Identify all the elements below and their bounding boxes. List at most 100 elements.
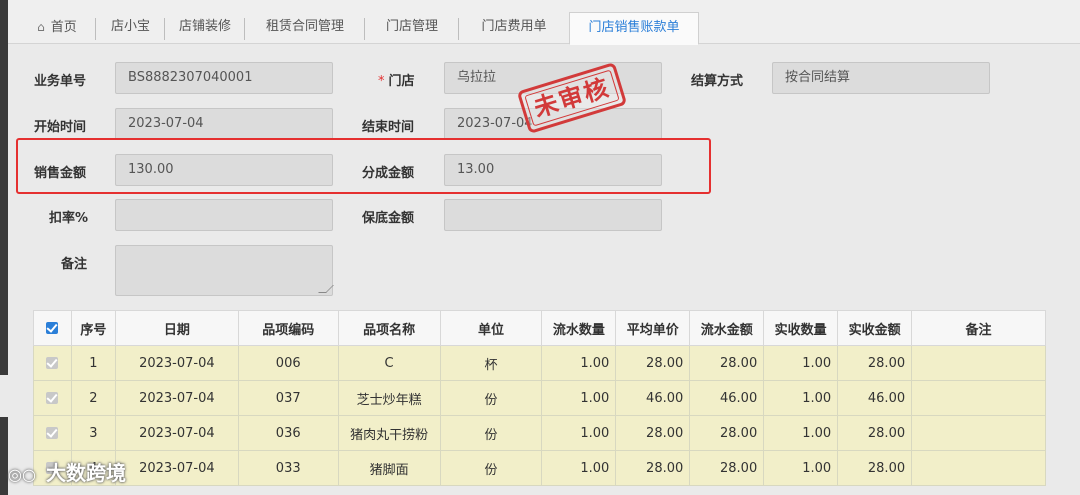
col-header: 流水数量 xyxy=(541,310,617,346)
home-icon: ⌂ xyxy=(37,20,45,34)
col-header: 实收金额 xyxy=(837,310,913,346)
left-sidebar-edge xyxy=(0,0,8,495)
table-cell: 28.00 xyxy=(837,450,913,486)
discount-rate-field[interactable] xyxy=(115,199,333,231)
sales-items-table: 序号 日期 品项编码 品项名称 单位 流水数量 平均单价 流水金额 实收数量 实… xyxy=(33,310,1046,486)
tab-store-management[interactable]: 门店管理 xyxy=(365,12,459,44)
col-header: 品项编码 xyxy=(237,310,339,346)
tab-store-sales-statement[interactable]: 门店销售账款单 xyxy=(569,12,699,45)
table-cell: 杯 xyxy=(439,345,543,381)
table-cell: 1.00 xyxy=(763,450,839,486)
table-cell: 037 xyxy=(237,380,339,416)
settlement-label: 结算方式 xyxy=(691,74,744,89)
table-cell: 1.00 xyxy=(763,415,839,451)
tab-label: 门店销售账款单 xyxy=(588,20,680,35)
table-cell: 1.00 xyxy=(541,380,617,416)
row-checkbox[interactable] xyxy=(46,357,59,369)
tab-label: 店小宝 xyxy=(110,19,150,34)
watermark: ◎○ 大数跨境 xyxy=(8,457,126,486)
col-header: 单位 xyxy=(439,310,543,346)
table-cell: 28.00 xyxy=(689,345,765,381)
table-cell: 2023-07-04 xyxy=(114,380,239,416)
tab-label: 首页 xyxy=(50,20,77,35)
row-select-cell[interactable] xyxy=(33,380,72,416)
row-checkbox[interactable] xyxy=(46,427,59,439)
table-cell: 芝士炒年糕 xyxy=(337,380,441,416)
table-cell xyxy=(911,415,1046,451)
table-cell xyxy=(911,380,1046,416)
col-header: 品项名称 xyxy=(337,310,441,346)
watermark-text: 大数跨境 xyxy=(46,461,126,485)
table-cell: 28.00 xyxy=(689,415,765,451)
table-cell: 份 xyxy=(439,380,543,416)
table-cell: 033 xyxy=(237,450,339,486)
col-header: 序号 xyxy=(70,310,116,346)
row-select-cell[interactable] xyxy=(33,415,72,451)
table-row[interactable]: 3 2023-07-04 036 猪肉丸干捞粉 份 1.00 28.00 28.… xyxy=(33,415,1046,451)
table-cell: 3 xyxy=(70,415,116,451)
row-select-cell[interactable] xyxy=(33,345,72,381)
store-label-text: 门店 xyxy=(388,74,415,89)
table-cell: 28.00 xyxy=(837,415,913,451)
table-cell: 28.00 xyxy=(689,450,765,486)
table-cell: 28.00 xyxy=(615,450,691,486)
table-cell: 1.00 xyxy=(541,450,617,486)
table-cell xyxy=(911,345,1046,381)
settlement-field[interactable]: 按合同结算 xyxy=(772,62,990,94)
tab-dianxiaobao[interactable]: 店小宝 xyxy=(96,12,165,44)
tab-label: 租赁合同管理 xyxy=(265,19,344,34)
table-cell: 46.00 xyxy=(615,380,691,416)
table-cell: 1.00 xyxy=(763,380,839,416)
required-mark: * xyxy=(378,74,385,89)
end-time-label: 结束时间 xyxy=(362,120,415,135)
table-cell: 1.00 xyxy=(763,345,839,381)
col-header: 实收数量 xyxy=(763,310,839,346)
table-cell: 006 xyxy=(237,345,339,381)
discount-rate-label: 扣率% xyxy=(49,211,89,226)
table-cell: 28.00 xyxy=(615,345,691,381)
table-cell: C xyxy=(337,345,441,381)
resize-grip-icon[interactable] xyxy=(318,285,334,293)
business-no-label: 业务单号 xyxy=(34,74,87,89)
row-checkbox[interactable] xyxy=(46,392,59,404)
min-amount-label: 保底金额 xyxy=(362,211,415,226)
tab-bar: ⌂ 首页 店小宝 店铺装修 租赁合同管理 门店管理 门店费用单 门店销售账款单 xyxy=(8,0,1080,45)
min-amount-field[interactable] xyxy=(444,199,662,231)
tab-label: 店铺装修 xyxy=(178,19,231,34)
table-cell xyxy=(911,450,1046,486)
table-cell: 2 xyxy=(70,380,116,416)
table-cell: 036 xyxy=(237,415,339,451)
col-header: 流水金额 xyxy=(689,310,765,346)
select-all-checkbox[interactable] xyxy=(46,322,59,334)
col-header: 日期 xyxy=(114,310,239,346)
table-cell: 1.00 xyxy=(541,415,617,451)
col-header: 备注 xyxy=(911,310,1046,346)
tab-home[interactable]: ⌂ 首页 xyxy=(18,12,96,44)
table-row[interactable]: 2 2023-07-04 037 芝士炒年糕 份 1.00 46.00 46.0… xyxy=(33,380,1046,416)
tab-lease-contract[interactable]: 租赁合同管理 xyxy=(245,12,365,44)
select-all-header[interactable] xyxy=(33,310,72,346)
table-header-row: 序号 日期 品项编码 品项名称 单位 流水数量 平均单价 流水金额 实收数量 实… xyxy=(33,310,1046,346)
tab-store-expense[interactable]: 门店费用单 xyxy=(459,12,569,44)
table-cell: 份 xyxy=(439,450,543,486)
tab-label: 门店费用单 xyxy=(481,19,547,34)
tab-store-decoration[interactable]: 店铺装修 xyxy=(165,12,245,44)
store-label: * 门店 xyxy=(378,70,415,89)
table-cell: 28.00 xyxy=(615,415,691,451)
table-cell: 46.00 xyxy=(689,380,765,416)
business-no-field[interactable]: BS8882307040001 xyxy=(115,62,333,94)
table-cell: 2023-07-04 xyxy=(114,415,239,451)
start-time-label: 开始时间 xyxy=(34,120,87,135)
table-cell: 28.00 xyxy=(837,345,913,381)
table-cell: 1.00 xyxy=(541,345,617,381)
table-cell: 46.00 xyxy=(837,380,913,416)
start-time-field[interactable]: 2023-07-04 xyxy=(115,108,333,140)
col-header: 平均单价 xyxy=(615,310,691,346)
amount-highlight-box xyxy=(16,138,711,194)
table-row[interactable]: 1 2023-07-04 006 C 杯 1.00 28.00 28.00 1.… xyxy=(33,345,1046,381)
table-row[interactable]: 4 2023-07-04 033 猪脚面 份 1.00 28.00 28.00 … xyxy=(33,450,1046,486)
watermark-logo-icon: ◎○ xyxy=(8,465,36,484)
table-cell: 份 xyxy=(439,415,543,451)
table-cell: 2023-07-04 xyxy=(114,345,239,381)
remark-textarea[interactable] xyxy=(115,245,334,296)
